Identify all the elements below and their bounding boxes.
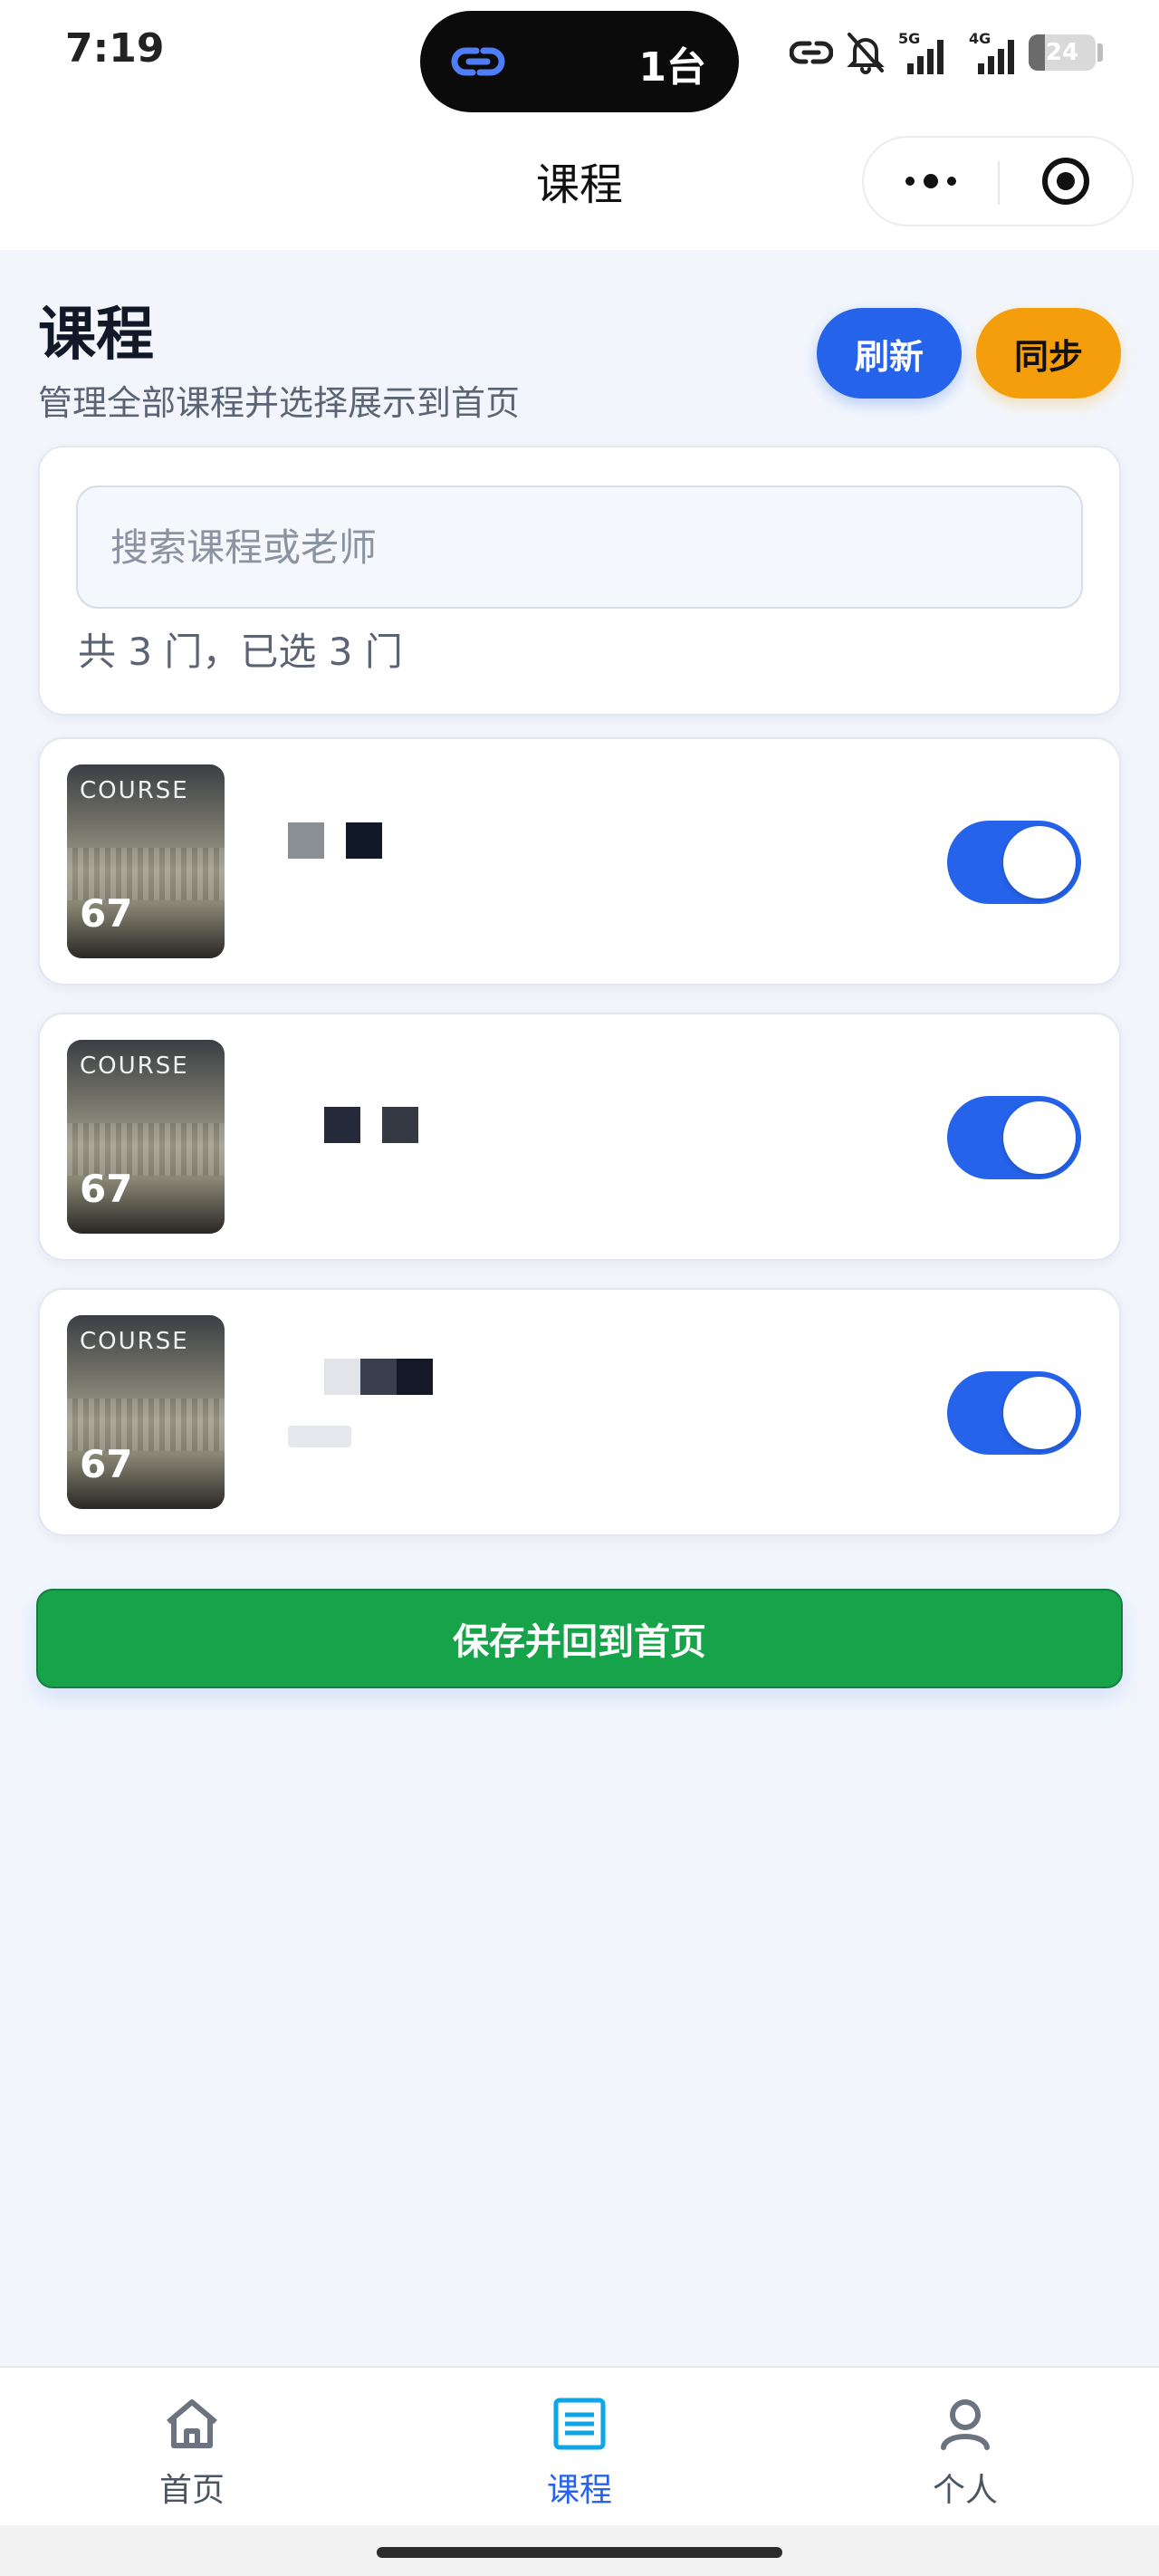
page-title: 课程 xyxy=(38,302,154,369)
course-count-text: 共 3 门，已选 3 门 xyxy=(78,630,403,674)
sync-button[interactable]: 同步 xyxy=(976,308,1121,399)
toggle-knob xyxy=(1003,1101,1076,1174)
tab-label: 个人 xyxy=(932,2472,998,2509)
tab-label: 课程 xyxy=(546,2472,612,2509)
course-thumbnail: COURSE 67 xyxy=(67,1315,225,1509)
course-card[interactable]: COURSE 67 xyxy=(38,1013,1121,1261)
thumbnail-label: COURSE xyxy=(80,777,189,804)
tab-profile[interactable]: 个人 xyxy=(875,2393,1056,2511)
close-mini-program-icon[interactable] xyxy=(1000,138,1132,225)
home-icon xyxy=(101,2393,283,2455)
list-icon xyxy=(489,2393,670,2455)
tab-courses[interactable]: 课程 xyxy=(489,2393,670,2511)
nav-bar: 课程 xyxy=(0,116,1159,250)
course-management-screen: 7:19 1台 5G 4G 24 课程 课程 管理全部课程并选择展示到首页 刷新… xyxy=(0,0,1159,2576)
home-indicator xyxy=(377,2547,782,2558)
thumbnail-number: 67 xyxy=(80,891,133,936)
course-card[interactable]: COURSE 67 xyxy=(38,1288,1121,1536)
system-icons: 5G 4G xyxy=(790,25,1027,80)
status-time: 7:19 xyxy=(65,25,165,72)
battery-tip xyxy=(1097,43,1103,62)
island-text: 1台 xyxy=(638,44,706,91)
page-subtitle: 管理全部课程并选择展示到首页 xyxy=(38,383,521,423)
link-status-icon xyxy=(790,29,833,76)
user-icon xyxy=(875,2393,1056,2455)
refresh-button[interactable]: 刷新 xyxy=(817,308,962,399)
signal-4g-icon: 4G xyxy=(969,29,1027,76)
course-teacher-redacted xyxy=(288,1426,351,1447)
network-5g-label: 5G xyxy=(898,30,920,47)
battery-icon: 24 xyxy=(1029,34,1096,71)
thumbnail-label: COURSE xyxy=(80,1328,189,1355)
signal-5g-icon: 5G xyxy=(898,29,956,76)
course-thumbnail: COURSE 67 xyxy=(67,1040,225,1234)
dynamic-island[interactable]: 1台 xyxy=(420,11,739,112)
battery-percent: 24 xyxy=(1045,39,1079,66)
link-icon xyxy=(451,47,505,76)
more-icon[interactable] xyxy=(864,138,998,225)
thumbnail-number: 67 xyxy=(80,1167,133,1211)
thumbnail-label: COURSE xyxy=(80,1053,189,1080)
course-title-redacted xyxy=(324,1359,433,1395)
toggle-knob xyxy=(1003,1377,1076,1449)
mute-bell-icon xyxy=(846,29,886,76)
thumbnail-number: 67 xyxy=(80,1442,133,1486)
show-on-home-toggle[interactable] xyxy=(947,1096,1081,1179)
status-bar: 7:19 1台 5G 4G 24 xyxy=(0,0,1159,116)
show-on-home-toggle[interactable] xyxy=(947,1371,1081,1455)
search-card: 共 3 门，已选 3 门 xyxy=(38,446,1121,716)
save-and-return-button[interactable]: 保存并回到首页 xyxy=(36,1589,1123,1688)
course-card[interactable]: COURSE 67 xyxy=(38,737,1121,985)
tab-bar: 首页 课程 个人 xyxy=(0,2366,1159,2525)
show-on-home-toggle[interactable] xyxy=(947,821,1081,904)
tab-label: 首页 xyxy=(158,2472,225,2509)
search-input[interactable] xyxy=(76,485,1083,609)
network-4g-label: 4G xyxy=(969,30,991,47)
tab-home[interactable]: 首页 xyxy=(101,2393,283,2511)
mini-program-capsule xyxy=(862,136,1134,226)
course-title-redacted xyxy=(288,822,382,859)
toggle-knob xyxy=(1003,826,1076,899)
course-title-redacted xyxy=(324,1107,418,1143)
course-thumbnail: COURSE 67 xyxy=(67,764,225,958)
